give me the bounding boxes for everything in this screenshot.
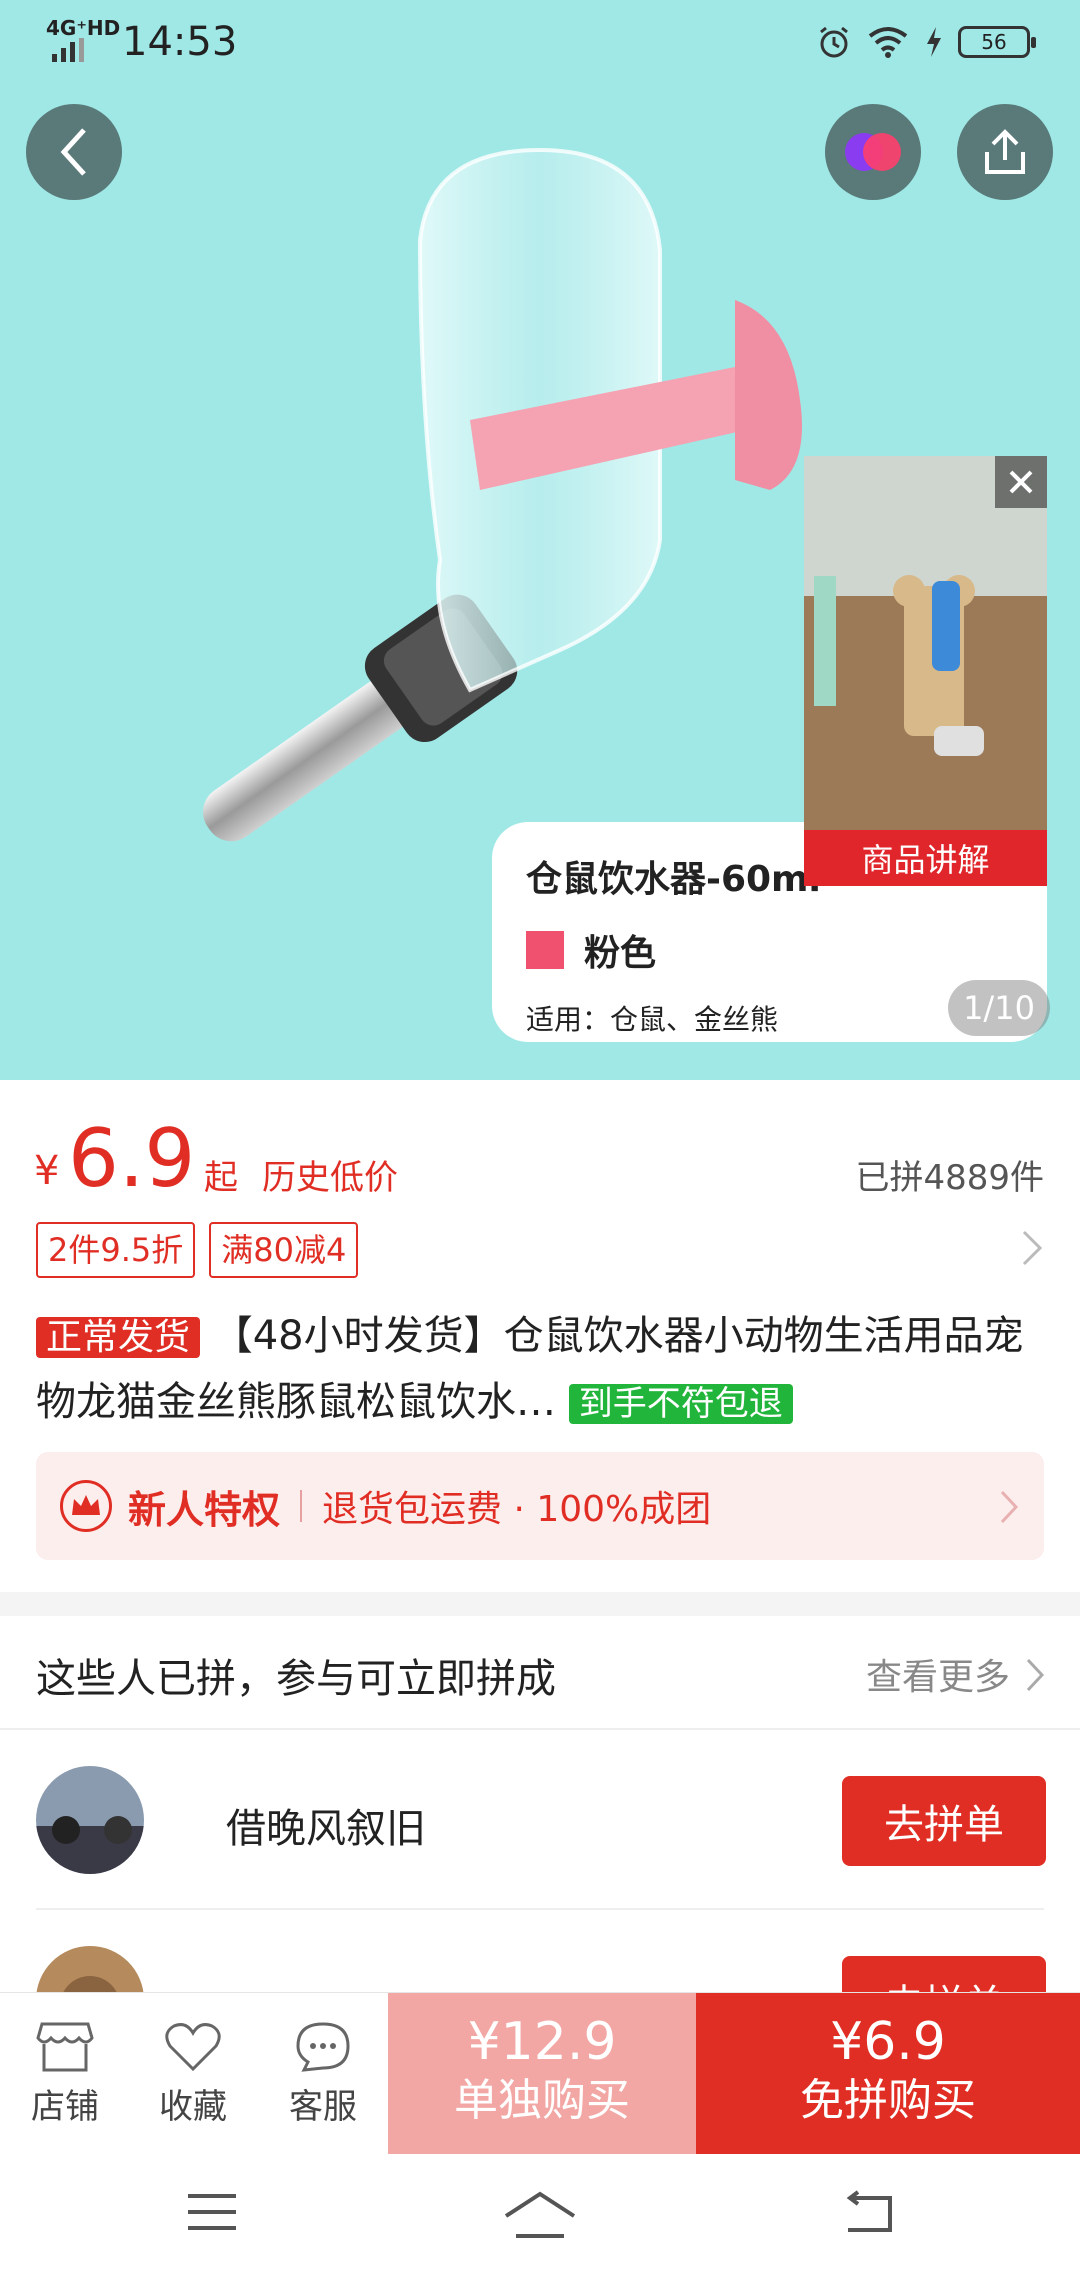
favorite-button[interactable]: 收藏 bbox=[138, 2015, 248, 2128]
sold-count: 已拼4889件 bbox=[855, 1158, 1044, 1198]
buy-group-price: ¥6.9 bbox=[830, 2012, 946, 2072]
close-icon[interactable] bbox=[995, 456, 1047, 508]
separator bbox=[300, 1490, 303, 1522]
promo-tag[interactable]: 满80减4 bbox=[209, 1222, 359, 1278]
battery-icon: 56 bbox=[958, 26, 1036, 58]
caption-title: 仓鼠饮水器-60ml bbox=[526, 859, 821, 900]
price-history-note: 历史低价 bbox=[262, 1158, 398, 1198]
shipping-badge: 正常发货 bbox=[36, 1317, 201, 1358]
chevron-right-icon bbox=[1000, 1490, 1019, 1524]
caption-color-name: 粉色 bbox=[584, 933, 657, 974]
network-type: 4G⁺HD bbox=[46, 16, 121, 40]
alarm-icon bbox=[820, 26, 848, 58]
store-label: 店铺 bbox=[31, 2087, 99, 2127]
share-button[interactable] bbox=[957, 104, 1053, 200]
store-button[interactable]: 店铺 bbox=[10, 2015, 120, 2128]
new-user-banner[interactable]: 新人特权 退货包运费 · 100%成团 bbox=[36, 1452, 1044, 1560]
buy-alone-price: ¥12.9 bbox=[467, 2012, 617, 2072]
heart-icon bbox=[165, 2023, 221, 2072]
signal-icon bbox=[52, 38, 84, 62]
menu-icon[interactable] bbox=[184, 2190, 240, 2234]
share-icon bbox=[985, 129, 1025, 174]
divider bbox=[36, 1908, 1044, 1910]
guarantee-badge: 到手不符包退 bbox=[568, 1384, 793, 1424]
product-title: 正常发货 【48小时发货】仓鼠饮水器小动物生活用品宠物龙猫金丝熊豚鼠松鼠饮水… … bbox=[36, 1304, 1046, 1436]
buy-alone-button[interactable]: ¥12.9 单独购买 bbox=[388, 1993, 696, 2155]
bottom-action-bar: 店铺 收藏 客服 ¥12.9 单独购买 ¥6.9 免拼购买 bbox=[0, 1992, 1080, 2155]
color-swatch bbox=[526, 931, 564, 969]
caption-usage: 适用：仓鼠、金丝熊 bbox=[526, 1003, 779, 1036]
price-currency: ¥ bbox=[34, 1148, 60, 1194]
crown-icon bbox=[60, 1480, 112, 1532]
new-user-title: 新人特权 bbox=[128, 1487, 281, 1532]
price-suffix: 起 bbox=[204, 1158, 238, 1198]
group-row: 借晚风叙旧 去拼单 bbox=[36, 1766, 1046, 1874]
service-button[interactable]: 客服 bbox=[268, 2015, 378, 2128]
wifi-icon bbox=[868, 27, 908, 58]
battery-level: 56 bbox=[981, 30, 1007, 54]
service-label: 客服 bbox=[289, 2087, 357, 2127]
see-more-link[interactable]: 查看更多 bbox=[866, 1648, 1010, 1700]
chat-icon bbox=[296, 2022, 350, 2072]
overlap-circles-button[interactable] bbox=[825, 104, 921, 200]
promo-tags[interactable]: 2件9.5折 满80减4 bbox=[36, 1222, 359, 1278]
avatar bbox=[36, 1766, 144, 1874]
promo-tag[interactable]: 2件9.5折 bbox=[36, 1222, 196, 1278]
status-bar: 4G⁺HD 14:53 56 bbox=[0, 0, 1080, 84]
section-gap bbox=[0, 1592, 1080, 1616]
overlap-circles-icon bbox=[845, 133, 901, 171]
group-buy-header: 这些人已拼，参与可立即拼成 查看更多 bbox=[36, 1640, 1046, 1710]
caption-color: 粉色 bbox=[526, 924, 1013, 976]
group-buy-title: 这些人已拼，参与可立即拼成 bbox=[36, 1656, 556, 1702]
back-button[interactable] bbox=[26, 104, 122, 200]
store-icon bbox=[36, 2022, 94, 2072]
user-name: 借晚风叙旧 bbox=[226, 1806, 426, 1852]
price-value: 6.9 bbox=[68, 1112, 196, 1205]
video-label: 商品讲解 bbox=[804, 830, 1047, 886]
video-thumbnail bbox=[804, 456, 1047, 830]
chevron-right-icon[interactable] bbox=[1024, 1656, 1046, 1694]
image-page-indicator: 1/10 bbox=[948, 980, 1050, 1036]
join-group-button[interactable]: 去拼单 bbox=[842, 1776, 1046, 1866]
product-image-carousel[interactable]: 仓鼠饮水器-60ml 粉色 适用：仓鼠、金丝熊 1/10 商品讲解 bbox=[0, 0, 1080, 1080]
chevron-left-icon bbox=[60, 128, 86, 176]
system-nav-bar bbox=[0, 2154, 1080, 2280]
clock: 14:53 bbox=[122, 19, 238, 65]
buy-group-button[interactable]: ¥6.9 免拼购买 bbox=[696, 1993, 1080, 2155]
back-nav-icon[interactable] bbox=[840, 2190, 896, 2236]
new-user-desc: 退货包运费 · 100%成团 bbox=[322, 1489, 712, 1530]
buy-group-label: 免拼购买 bbox=[800, 2075, 976, 2126]
home-icon[interactable] bbox=[502, 2190, 578, 2240]
divider bbox=[0, 1728, 1080, 1730]
price-row: ¥ 6.9 起 历史低价 已拼4889件 bbox=[34, 1114, 1044, 1204]
favorite-label: 收藏 bbox=[159, 2087, 227, 2127]
video-popup[interactable]: 商品讲解 bbox=[804, 456, 1047, 886]
charging-icon bbox=[927, 27, 941, 57]
buy-alone-label: 单独购买 bbox=[454, 2075, 630, 2126]
chevron-right-icon[interactable] bbox=[1020, 1228, 1044, 1268]
